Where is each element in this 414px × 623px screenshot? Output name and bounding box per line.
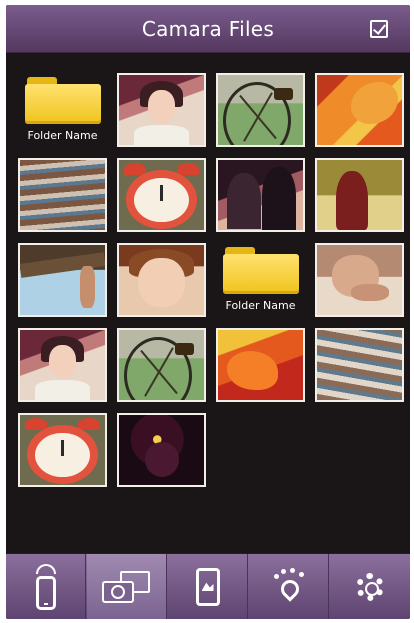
wifi-icon: [35, 564, 56, 574]
photo-thumbnail[interactable]: [18, 158, 107, 232]
phone-gallery-icon: [195, 568, 220, 606]
tab-location[interactable]: [249, 554, 329, 619]
reflection-photo: [18, 158, 107, 232]
tree-sky-photo: [18, 243, 107, 317]
girl-red-coat-photo: [315, 158, 404, 232]
app-window: Camara Files Folder Name Folder Name: [6, 5, 410, 619]
girl-photo: [18, 328, 107, 402]
folder-item[interactable]: Folder Name: [18, 73, 107, 147]
flower-photo: [315, 73, 404, 147]
bottom-tab-bar: [6, 553, 410, 619]
folder-label: Folder Name: [27, 129, 98, 142]
folder-label: Folder Name: [225, 299, 296, 312]
smiling-girl-photo: [117, 243, 206, 317]
photo-thumbnail[interactable]: [315, 328, 404, 402]
photo-thumbnail[interactable]: [216, 158, 305, 232]
photo-thumbnail[interactable]: [315, 243, 404, 317]
folder-item[interactable]: Folder Name: [216, 243, 305, 317]
photo-thumbnail[interactable]: [117, 328, 206, 402]
reflection-photo: [315, 328, 404, 402]
flower-photo: [216, 328, 305, 402]
bicycle-photo: [117, 328, 206, 402]
folder-icon: [24, 77, 101, 124]
select-all-checkbox-icon[interactable]: [370, 20, 388, 38]
tab-gallery[interactable]: [168, 554, 248, 619]
photo-thumbnail[interactable]: [117, 73, 206, 147]
couple-photo: [216, 158, 305, 232]
camera-photos-icon: [101, 571, 152, 603]
photo-thumbnail[interactable]: [117, 413, 206, 487]
alarm-clock-photo: [117, 158, 206, 232]
phone-icon: [35, 576, 56, 610]
alarm-clock-photo: [18, 413, 107, 487]
child-photo: [315, 243, 404, 317]
page-title: Camara Files: [141, 17, 275, 41]
tab-device[interactable]: [6, 554, 86, 619]
location-icon: [273, 568, 304, 606]
header-bar: Camara Files: [6, 5, 410, 53]
photo-thumbnail[interactable]: [117, 158, 206, 232]
file-grid: Folder Name Folder Name: [18, 73, 410, 553]
gear-icon: [356, 573, 384, 601]
tab-settings[interactable]: [330, 554, 410, 619]
photo-thumbnail[interactable]: [315, 73, 404, 147]
photo-thumbnail[interactable]: [18, 413, 107, 487]
photo-thumbnail[interactable]: [18, 243, 107, 317]
photo-thumbnail[interactable]: [216, 73, 305, 147]
photo-thumbnail[interactable]: [315, 158, 404, 232]
bicycle-photo: [216, 73, 305, 147]
girl-photo: [117, 73, 206, 147]
tab-camera-files[interactable]: [87, 554, 167, 619]
dark-flower-photo: [117, 413, 206, 487]
photo-thumbnail[interactable]: [18, 328, 107, 402]
photo-thumbnail[interactable]: [216, 328, 305, 402]
photo-thumbnail[interactable]: [117, 243, 206, 317]
folder-icon: [222, 247, 299, 294]
